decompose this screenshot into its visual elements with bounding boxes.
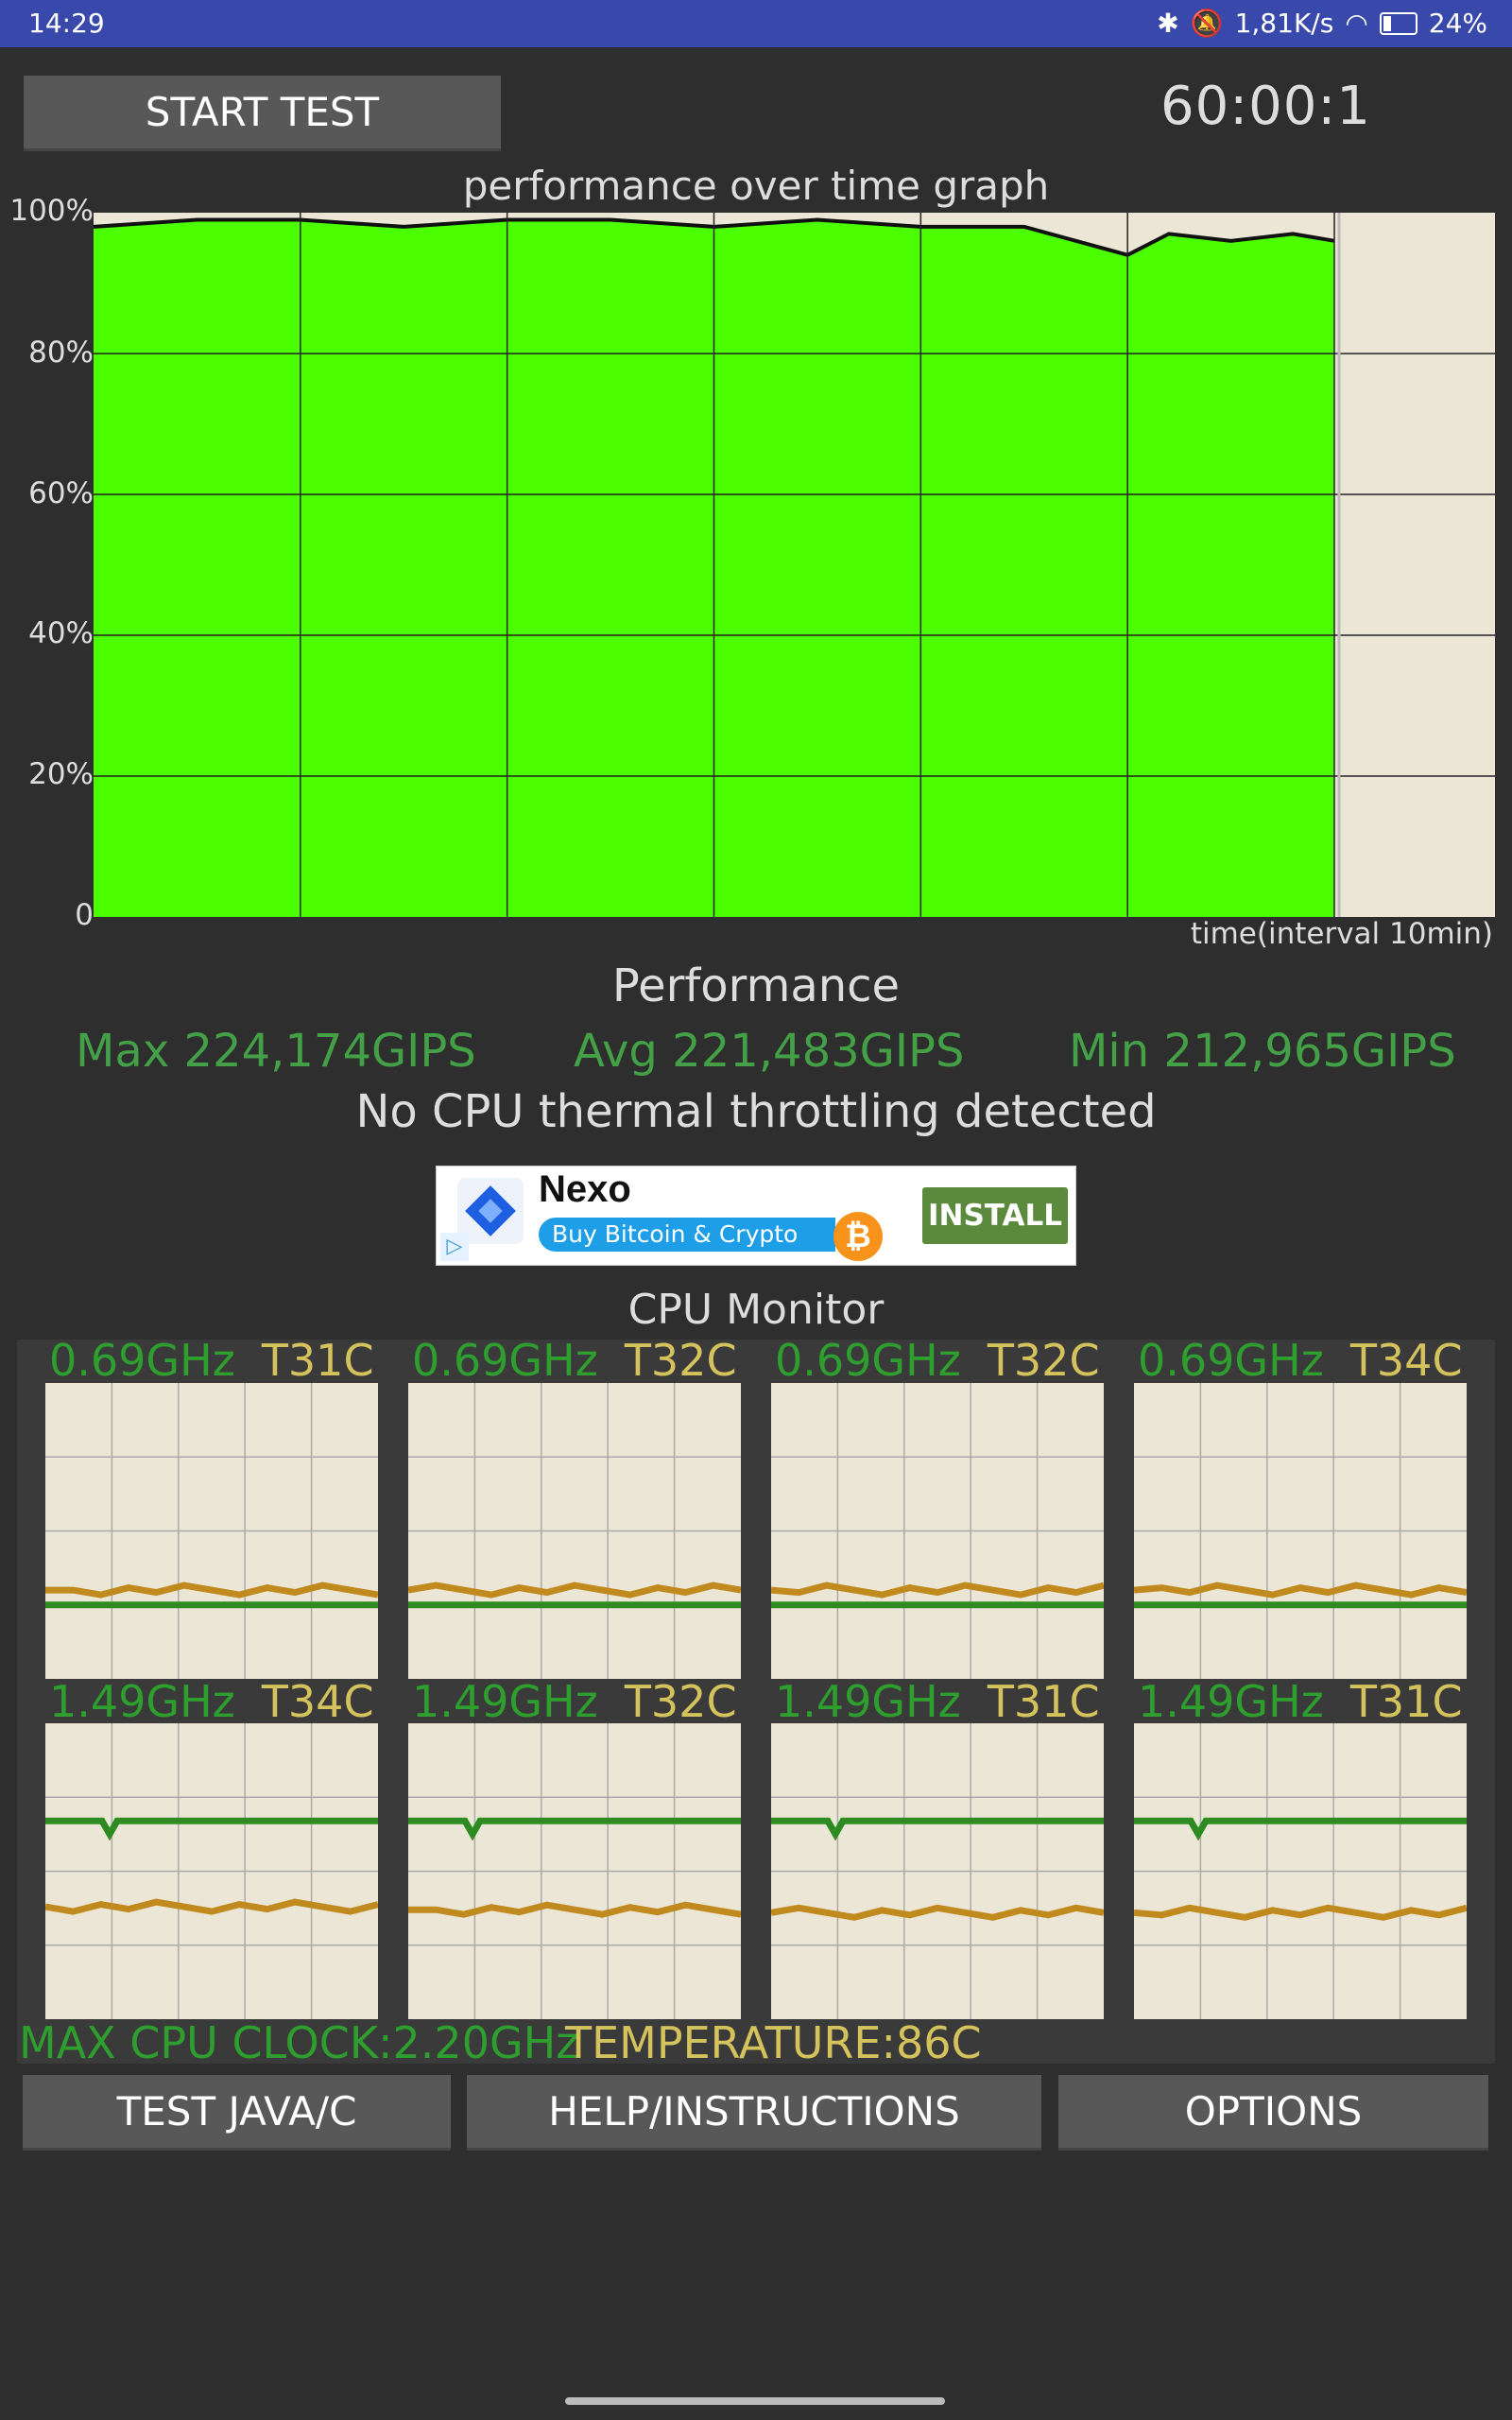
core-temperature: T32C — [624, 1676, 737, 1727]
performance-title: Performance — [611, 959, 901, 1012]
core-graph — [771, 1723, 1104, 2019]
graph-title: performance over time graph — [462, 163, 1050, 209]
core-temperature: T34C — [261, 1676, 374, 1727]
core-frequency: 1.49GHz — [1138, 1676, 1324, 1727]
test-java-c-button[interactable]: TEST JAVA/C — [23, 2075, 451, 2151]
y-tick-label: 20% — [28, 757, 94, 791]
wifi-icon: ◠ — [1345, 8, 1368, 39]
avg-performance: Avg 221,483GIPS — [574, 1025, 965, 1078]
y-tick-label: 100% — [9, 194, 94, 228]
core-graph — [1134, 1723, 1467, 2019]
bitcoin-icon: ₿ — [833, 1212, 883, 1261]
status-bar: 14:29 ✱ 🔕 1,81K/s ◠ 24% — [0, 0, 1512, 47]
ad-banner[interactable]: ▷ Nexo Buy Bitcoin & Crypto ₿ INSTALL — [436, 1166, 1076, 1266]
core-header: 1.49GHz T34C — [49, 1676, 374, 1727]
core-graph — [408, 1723, 741, 2019]
core-frequency: 1.49GHz — [775, 1676, 961, 1727]
throttle-message: No CPU thermal throttling detected — [355, 1085, 1157, 1138]
core-frequency: 0.69GHz — [775, 1335, 961, 1386]
core-header: 1.49GHz T31C — [775, 1676, 1100, 1727]
performance-graph — [94, 213, 1495, 917]
x-axis-label: time(interval 10min) — [1190, 917, 1493, 951]
core-graph — [408, 1383, 741, 1679]
core-frequency: 0.69GHz — [412, 1335, 598, 1386]
core-temperature: T32C — [987, 1335, 1100, 1386]
battery-percent: 24% — [1428, 8, 1487, 39]
core-frequency: 1.49GHz — [412, 1676, 598, 1727]
core-header: 1.49GHz T32C — [412, 1676, 737, 1727]
bluetooth-icon: ✱ — [1157, 8, 1179, 39]
core-frequency: 1.49GHz — [49, 1676, 235, 1727]
core-temperature: T34C — [1349, 1335, 1463, 1386]
min-performance: Min 212,965GIPS — [1069, 1025, 1456, 1078]
core-graph — [771, 1383, 1104, 1679]
start-test-button[interactable]: START TEST — [24, 76, 501, 151]
core-graph — [45, 1383, 378, 1679]
y-tick-label: 80% — [28, 336, 94, 370]
y-tick-label: 40% — [28, 616, 94, 650]
cpu-temperature: TEMPERATURE:86C — [565, 2017, 982, 2068]
core-header: 0.69GHz T34C — [1138, 1335, 1463, 1386]
ad-tagline: Buy Bitcoin & Crypto — [539, 1218, 835, 1252]
options-button[interactable]: OPTIONS — [1058, 2075, 1488, 2151]
core-temperature: T32C — [624, 1335, 737, 1386]
status-time: 14:29 — [28, 8, 105, 39]
core-temperature: T31C — [261, 1335, 374, 1386]
net-speed: 1,81K/s — [1234, 8, 1334, 39]
mute-icon: 🔕 — [1190, 8, 1224, 39]
y-tick-label: 0 — [75, 898, 94, 932]
core-temperature: T31C — [987, 1676, 1100, 1727]
core-header: 0.69GHz T31C — [49, 1335, 374, 1386]
max-performance: Max 224,174GIPS — [76, 1025, 476, 1078]
core-frequency: 0.69GHz — [1138, 1335, 1324, 1386]
core-frequency: 0.69GHz — [49, 1335, 235, 1386]
ad-install-button[interactable]: INSTALL — [922, 1187, 1068, 1244]
core-temperature: T31C — [1349, 1676, 1463, 1727]
ad-play-icon: ▷ — [440, 1233, 469, 1261]
core-graph — [45, 1723, 378, 2019]
core-graph — [1134, 1383, 1467, 1679]
core-header: 1.49GHz T31C — [1138, 1676, 1463, 1727]
core-header: 0.69GHz T32C — [775, 1335, 1100, 1386]
core-header: 0.69GHz T32C — [412, 1335, 737, 1386]
gesture-nav-handle[interactable] — [565, 2397, 945, 2405]
help-instructions-button[interactable]: HELP/INSTRUCTIONS — [467, 2075, 1041, 2151]
battery-icon — [1379, 11, 1418, 35]
y-tick-label: 60% — [28, 476, 94, 510]
test-timer: 60:00:1 — [1160, 76, 1371, 137]
ad-brand: Nexo — [539, 1168, 631, 1210]
max-cpu-clock: MAX CPU CLOCK:2.20GHz — [19, 2017, 579, 2068]
cpu-monitor-title: CPU Monitor — [627, 1286, 885, 1334]
